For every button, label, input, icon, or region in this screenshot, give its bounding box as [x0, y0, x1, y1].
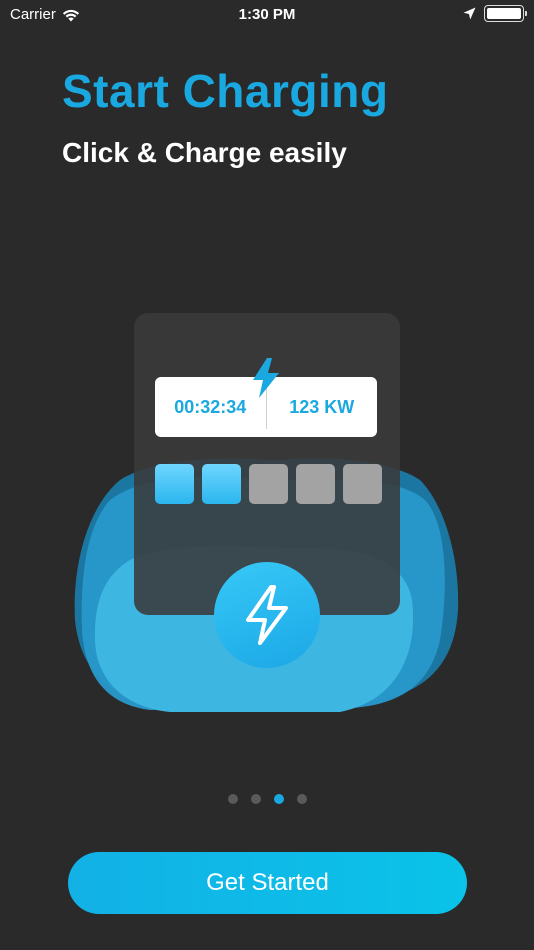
battery-cells: [155, 464, 382, 504]
battery-cell-filled: [155, 464, 194, 504]
page-indicator[interactable]: [0, 794, 534, 804]
charging-timer: 00:32:34: [174, 396, 247, 417]
battery-cell-empty: [296, 464, 335, 504]
page-dot-4[interactable]: [296, 794, 307, 804]
charging-power: 123 KW: [289, 396, 355, 417]
get-started-button[interactable]: Get Started: [68, 852, 467, 914]
battery-cell-filled: [202, 464, 241, 504]
charge-bolt-badge: [214, 562, 320, 668]
page-dot-1[interactable]: [227, 794, 238, 804]
lightning-bolt-icon: [253, 358, 279, 398]
battery-cell-empty: [343, 464, 382, 504]
page-dot-2[interactable]: [250, 794, 261, 804]
battery-cell-empty: [249, 464, 288, 504]
lightning-bolt-icon: [246, 585, 288, 645]
page-dot-3-active[interactable]: [273, 794, 284, 804]
